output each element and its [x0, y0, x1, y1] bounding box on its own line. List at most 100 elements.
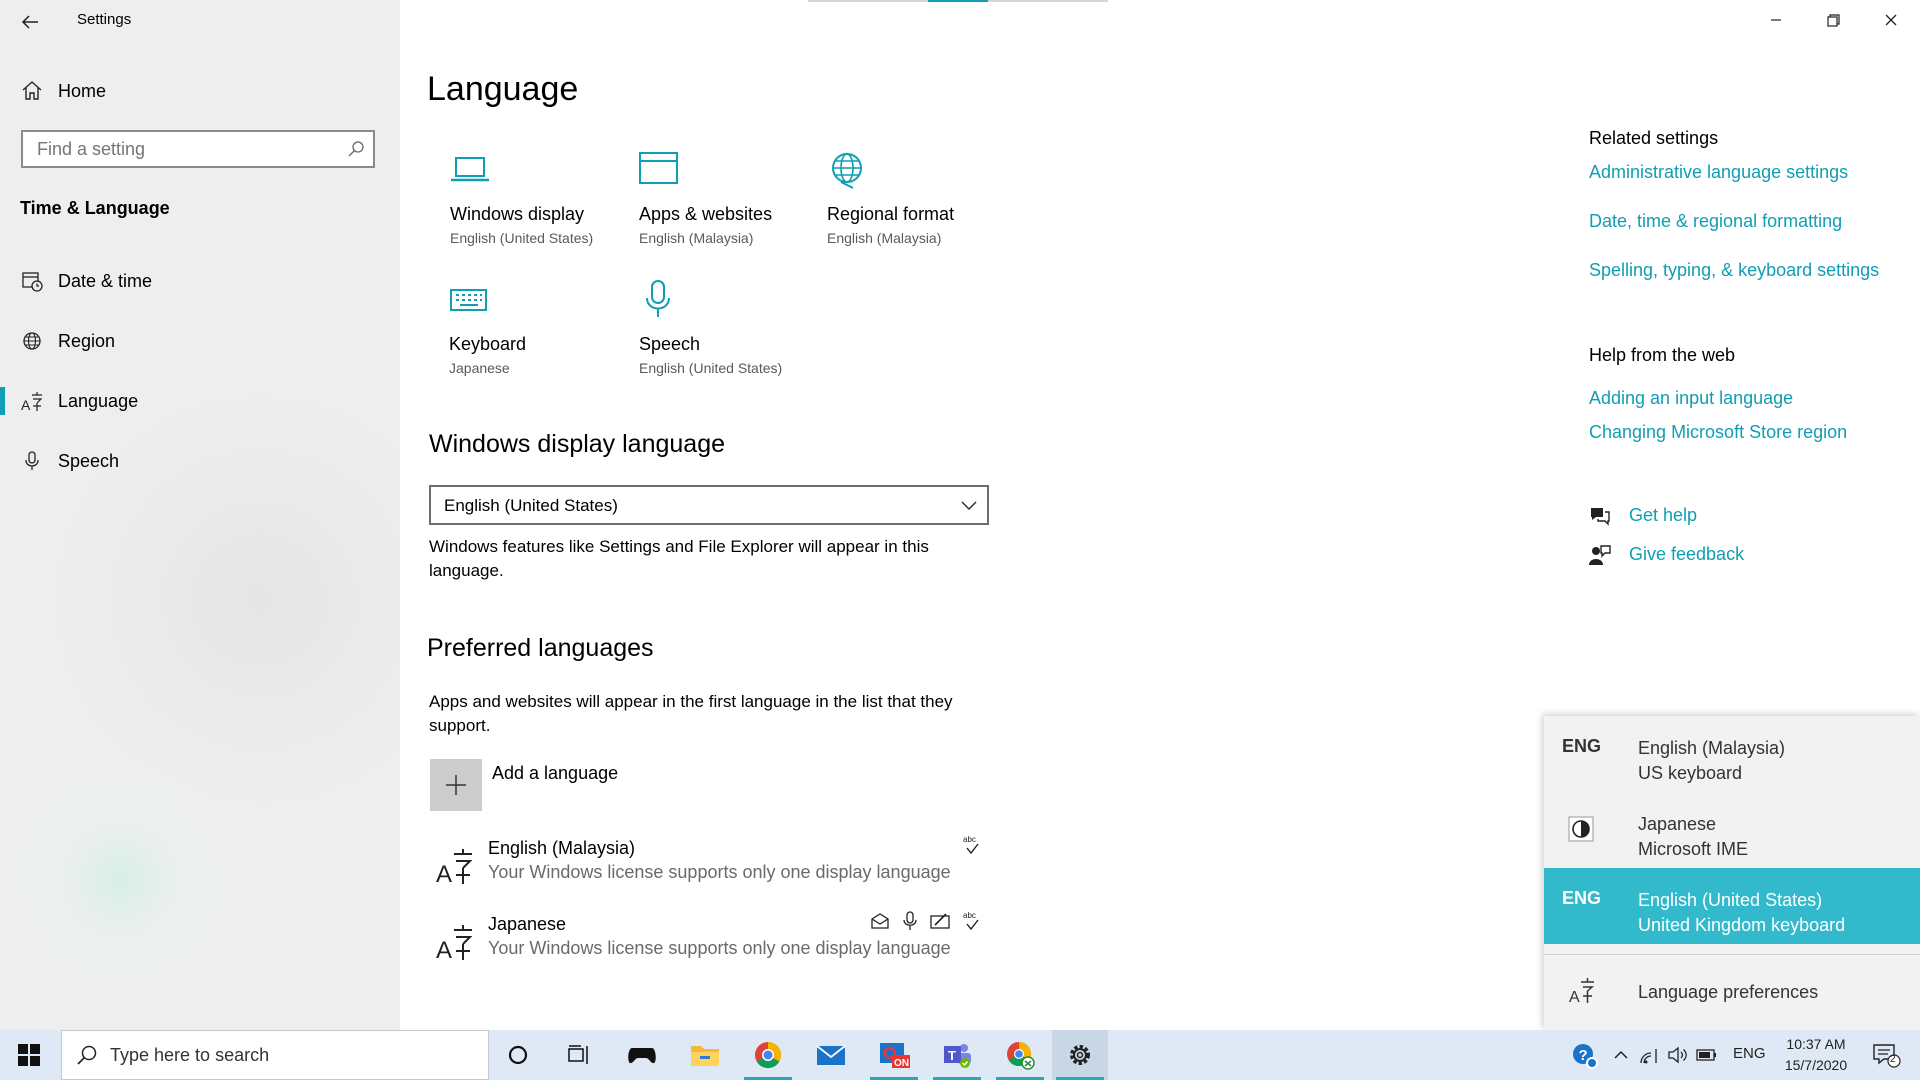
search-icon[interactable] — [347, 140, 365, 158]
speech-recognition-icon — [899, 910, 921, 932]
give-feedback-link[interactable]: Give feedback — [1629, 544, 1744, 565]
input-language-flyout: ENG English (Malaysia) US keyboard Japane… — [1544, 716, 1920, 1030]
task-view-icon[interactable] — [567, 1044, 591, 1066]
gear-icon — [1067, 1042, 1093, 1068]
language-item-english-malaysia[interactable]: A English (Malaysia) Your Windows licens… — [434, 835, 984, 904]
regional-globe-icon — [827, 150, 867, 190]
taskbar-app-settings[interactable] — [1052, 1030, 1108, 1080]
display-language-heading: Windows display language — [429, 430, 726, 458]
sidebar-item-speech[interactable]: Speech — [0, 437, 400, 485]
sidebar-item-label: Language — [58, 390, 139, 411]
restore-button[interactable] — [1821, 8, 1845, 32]
link-date-time-regional[interactable]: Date, time & regional formatting — [1589, 211, 1842, 232]
folder-icon — [690, 1042, 720, 1068]
action-center-icon[interactable]: 2 — [1872, 1043, 1902, 1069]
sidebar-item-region[interactable]: Region — [0, 317, 400, 365]
get-help-link[interactable]: Get help — [1629, 505, 1697, 526]
tile-title: Regional format — [827, 204, 955, 224]
input-language-indicator[interactable]: ENG — [1733, 1045, 1766, 1062]
back-arrow-icon[interactable] — [18, 10, 42, 34]
taskbar: Type here to search ON T ? ENG 10:37 AM … — [0, 1030, 1920, 1080]
get-help-icon[interactable] — [1588, 504, 1612, 528]
teams-icon: T — [942, 1041, 972, 1069]
search-input[interactable] — [35, 138, 339, 161]
taskbar-app-chrome[interactable] — [740, 1030, 796, 1080]
cortana-icon[interactable] — [507, 1044, 529, 1066]
tile-title: Keyboard — [449, 334, 527, 354]
tile-regional-format[interactable]: Regional format English (Malaysia) — [827, 150, 1007, 260]
language-icon: A — [20, 389, 44, 413]
language-name: English (Malaysia) — [488, 838, 636, 858]
tile-apps-websites[interactable]: Apps & websites English (Malaysia) — [639, 150, 819, 260]
tile-subtitle: English (United States) — [639, 360, 783, 376]
keyboard-icon — [449, 280, 489, 320]
search-icon — [76, 1044, 98, 1066]
tile-subtitle: Japanese — [449, 360, 510, 376]
taskbar-app-xbox[interactable] — [614, 1030, 670, 1080]
taskbar-app-recorder[interactable]: ON — [866, 1030, 922, 1080]
tile-title: Speech — [639, 334, 701, 354]
tile-subtitle: English (Malaysia) — [639, 230, 754, 246]
language-preferences-link[interactable]: A Language preferences — [1544, 956, 1920, 1030]
language-item-japanese[interactable]: A Japanese Your Windows license supports… — [434, 911, 984, 980]
network-icon[interactable] — [1640, 1045, 1662, 1065]
tile-speech[interactable]: Speech English (United States) — [639, 280, 819, 390]
sidebar-item-date-time[interactable]: Date & time — [0, 257, 400, 305]
spellcheck-icon: abc — [961, 910, 983, 932]
mail-icon — [816, 1043, 846, 1067]
help-question-icon[interactable]: ? — [1571, 1042, 1599, 1070]
plus-icon — [444, 773, 468, 797]
text-to-speech-icon — [869, 910, 891, 932]
window-title: Settings — [77, 11, 132, 28]
language-name: Japanese — [488, 914, 567, 934]
clock-time: 10:37 AM — [1786, 1036, 1846, 1052]
microphone-icon — [20, 449, 44, 473]
sidebar-item-language[interactable]: A Language — [0, 377, 400, 425]
flyout-divider — [1544, 954, 1920, 955]
flyout-item-english-united-states[interactable]: ENG English (United States) United Kingdo… — [1544, 868, 1920, 944]
taskbar-app-mail[interactable] — [803, 1030, 859, 1080]
browser-window-icon — [639, 150, 679, 190]
clock-date: 15/7/2020 — [1784, 1057, 1848, 1073]
svg-text:A: A — [436, 861, 452, 886]
link-changing-store-region[interactable]: Changing Microsoft Store region — [1589, 422, 1847, 443]
give-feedback-icon[interactable] — [1588, 543, 1612, 567]
sidebar-item-label: Date & time — [58, 270, 153, 291]
link-administrative-language[interactable]: Administrative language settings — [1589, 162, 1848, 183]
tile-keyboard[interactable]: Keyboard Japanese — [449, 280, 629, 390]
flyout-preferences-label: Language preferences — [1638, 982, 1819, 1002]
add-language-label[interactable]: Add a language — [492, 763, 618, 784]
start-windows-icon[interactable] — [18, 1044, 40, 1066]
taskbar-app-file-explorer[interactable] — [677, 1030, 733, 1080]
laptop-icon — [450, 150, 490, 190]
taskbar-app-chrome-profile[interactable] — [992, 1030, 1048, 1080]
add-language-button[interactable] — [430, 759, 482, 811]
flyout-lang-name: English (United States) United Kingdom ke… — [1638, 890, 1846, 935]
volume-icon[interactable] — [1667, 1044, 1689, 1066]
link-adding-input-language[interactable]: Adding an input language — [1589, 388, 1793, 409]
taskbar-app-teams[interactable]: T — [929, 1030, 985, 1080]
battery-icon[interactable] — [1696, 1045, 1718, 1065]
clock[interactable]: 10:37 AM 15/7/2020 — [1772, 1034, 1860, 1076]
page-title: Language — [427, 70, 579, 108]
link-spelling-typing-keyboard[interactable]: Spelling, typing, & keyboard settings — [1589, 260, 1879, 281]
taskbar-search-box[interactable]: Type here to search — [61, 1030, 489, 1080]
tile-windows-display[interactable]: Windows display English (United States) — [450, 150, 630, 260]
find-setting-search[interactable] — [21, 130, 375, 168]
ime-icon — [1568, 816, 1594, 842]
flyout-item-japanese[interactable]: Japanese Microsoft IME — [1544, 792, 1920, 868]
close-button[interactable] — [1879, 8, 1903, 32]
display-language-dropdown[interactable]: English (United States) — [429, 485, 989, 525]
flyout-lang-code: ENG — [1562, 888, 1602, 908]
handwriting-icon — [929, 910, 951, 932]
sidebar-item-label: Home — [58, 80, 107, 101]
taskbar-search-placeholder: Type here to search — [110, 1045, 270, 1065]
flyout-item-english-malaysia[interactable]: ENG English (Malaysia) US keyboard — [1544, 716, 1920, 792]
globe-icon — [20, 329, 44, 353]
minimize-button[interactable] — [1764, 8, 1788, 32]
sidebar-item-home[interactable]: Home — [0, 67, 400, 115]
game-controller-icon — [627, 1042, 657, 1068]
language-icon: A — [434, 846, 474, 886]
chevron-up-icon[interactable] — [1612, 1046, 1630, 1064]
flyout-lang-name: English (Malaysia) US keyboard — [1638, 738, 1786, 783]
